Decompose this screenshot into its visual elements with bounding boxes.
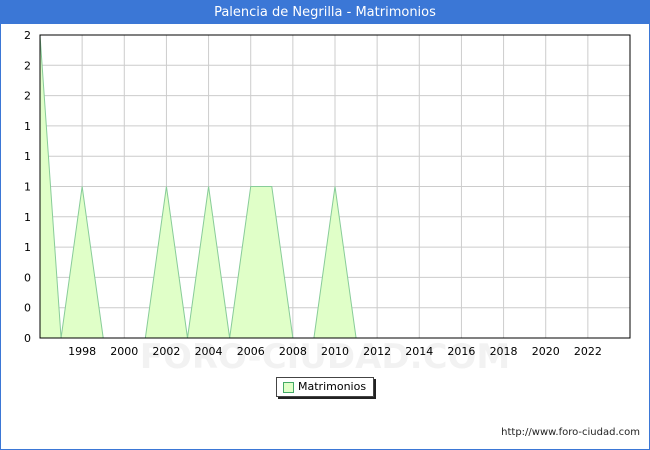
y-tick-label: 1 bbox=[24, 241, 31, 254]
x-tick-label: 2014 bbox=[405, 345, 433, 358]
x-tick-label: 2022 bbox=[574, 345, 602, 358]
x-tick-label: 2012 bbox=[363, 345, 391, 358]
y-tick-label: 1 bbox=[24, 150, 31, 163]
x-tick-label: 2006 bbox=[237, 345, 265, 358]
x-tick-label: 2018 bbox=[490, 345, 518, 358]
x-tick-label: 2010 bbox=[321, 345, 349, 358]
y-tick-label: 1 bbox=[24, 181, 31, 194]
x-tick-label: 2008 bbox=[279, 345, 307, 358]
x-tick-label: 2000 bbox=[110, 345, 138, 358]
x-tick-label: 1998 bbox=[68, 345, 96, 358]
y-tick-label: 0 bbox=[24, 302, 31, 315]
y-tick-label: 0 bbox=[24, 332, 31, 345]
y-tick-label: 0 bbox=[24, 271, 31, 284]
y-tick-label: 2 bbox=[24, 59, 31, 72]
legend: Matrimonios bbox=[276, 377, 374, 397]
x-tick-label: 2002 bbox=[152, 345, 180, 358]
legend-swatch bbox=[283, 382, 294, 393]
legend-label: Matrimonios bbox=[298, 380, 367, 393]
y-tick-label: 1 bbox=[24, 120, 31, 133]
x-tick-label: 2020 bbox=[532, 345, 560, 358]
y-tick-label: 2 bbox=[24, 90, 31, 103]
x-tick-label: 2004 bbox=[195, 345, 223, 358]
y-tick-label: 2 bbox=[24, 29, 31, 42]
source-url: http://www.foro-ciudad.com bbox=[501, 427, 640, 438]
x-tick-label: 2016 bbox=[447, 345, 475, 358]
y-tick-label: 1 bbox=[24, 211, 31, 224]
